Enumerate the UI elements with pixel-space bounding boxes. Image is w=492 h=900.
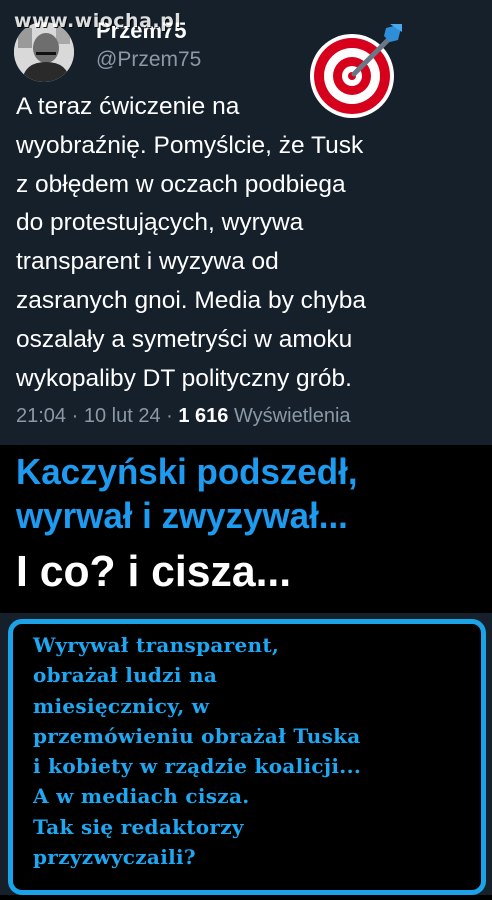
tweet-date[interactable]: 10 lut 24 [84,405,161,427]
headline-banner: Kaczyński podszedł, wyrwał i zwyzywał...… [0,445,492,613]
comment-box: Wyrywał transparent, obrażał ludzi na mi… [8,619,486,895]
bottom-border [0,895,492,900]
site-watermark: www.wiocha.pl [14,10,182,32]
tweet-meta: 21:04 · 10 lut 24 · 1 616 Wyświetlenia [16,405,351,428]
tweet-body-text: A teraz ćwiczenie na wyobraźnię. Pomyślc… [16,93,366,392]
tweet-time[interactable]: 21:04 [16,405,66,427]
views-count[interactable]: 1 616 [178,405,228,427]
meta-separator: · [166,405,179,427]
headline-line-1: Kaczyński podszedł, [16,451,358,492]
headline-line-2: wyrwał i zwyzywał... [16,495,348,536]
tweet-card: Przem75 @Przem75 www.wiocha.pl A teraz ć… [0,0,492,445]
comment-text: Wyrywał transparent, obrażał ludzi na mi… [33,633,362,870]
user-handle[interactable]: @Przem75 [96,48,201,72]
headline-line-3: I co? i cisza... [16,547,292,596]
meta-separator: · [71,405,84,427]
views-label[interactable]: Wyświetlenia [234,405,351,427]
